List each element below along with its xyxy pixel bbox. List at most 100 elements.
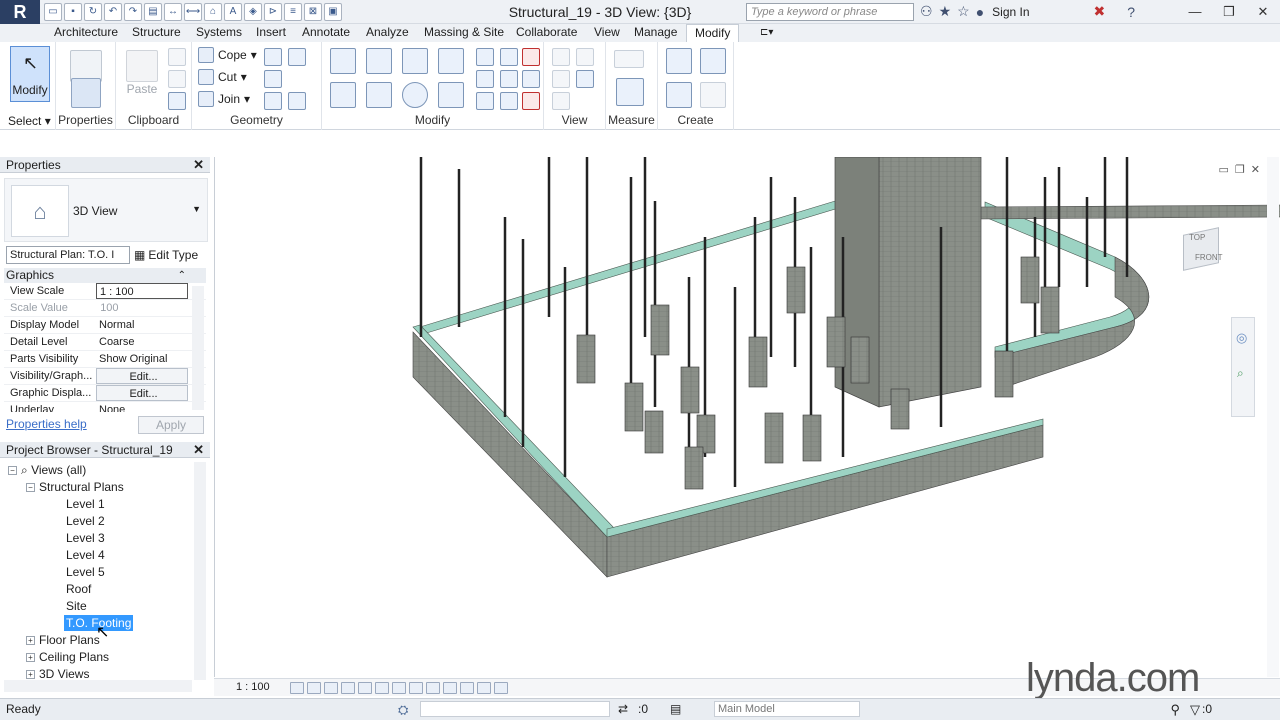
reveal-hidden-icon[interactable] <box>443 682 457 694</box>
create-assembly-icon[interactable] <box>666 48 692 74</box>
steering-wheel-icon[interactable]: ◎ <box>1236 330 1247 346</box>
view-close-icon[interactable]: ✕ <box>1251 163 1260 176</box>
subscription-icon[interactable]: ★ <box>939 3 952 20</box>
pin-icon[interactable] <box>522 70 540 88</box>
tree-node-level-2[interactable]: Level 2 <box>66 513 105 529</box>
lock-view-icon[interactable] <box>409 682 423 694</box>
temp-hide-icon[interactable] <box>426 682 440 694</box>
application-menu-button[interactable]: R <box>0 0 40 24</box>
cut-button[interactable]: Cut ▾ <box>198 69 247 85</box>
visibility-graphics-edit-button[interactable]: Edit... <box>96 368 188 384</box>
shadows-icon[interactable] <box>341 682 355 694</box>
print-icon[interactable]: ▤ <box>144 3 162 21</box>
wall-joins-icon[interactable] <box>264 70 282 88</box>
tab-analyze[interactable]: Analyze <box>358 24 417 42</box>
create-similar-icon[interactable] <box>700 82 726 108</box>
tab-structure[interactable]: Structure <box>124 24 189 42</box>
user-icon[interactable]: ● <box>976 4 984 20</box>
3d-view-canvas[interactable]: TOP FRONT ▭ ❐ ✕ ◎ ⌕ <box>214 157 1280 677</box>
ribbon-options-icon[interactable]: ⊏▾ <box>752 24 781 42</box>
demolish-icon[interactable] <box>264 92 282 110</box>
override-graphics-icon[interactable] <box>576 70 594 88</box>
sign-in-link[interactable]: Sign In <box>992 5 1029 19</box>
tree-node-site[interactable]: Site <box>66 598 87 614</box>
thin-lines-icon[interactable]: ≡ <box>284 3 302 21</box>
graphic-display-edit-button[interactable]: Edit... <box>96 385 188 401</box>
redo-icon[interactable]: ↷ <box>124 3 142 21</box>
undo-icon[interactable]: ↶ <box>104 3 122 21</box>
cope-button[interactable]: Cope ▾ <box>198 47 257 63</box>
tag-icon[interactable]: ⌂ <box>204 3 222 21</box>
tree-node-views-all[interactable]: − ⌕ Views (all) <box>8 462 86 478</box>
edit-type-button[interactable]: ▦ Edit Type <box>134 246 198 262</box>
collapse-icon[interactable]: − <box>8 466 17 475</box>
text-icon[interactable]: A <box>224 3 242 21</box>
expand-icon[interactable]: + <box>26 636 35 645</box>
scale-icon[interactable] <box>500 70 518 88</box>
create-parts-icon[interactable] <box>700 48 726 74</box>
view-minimize-icon[interactable]: ▭ <box>1219 163 1229 176</box>
help-icon[interactable]: ? <box>1127 4 1135 20</box>
search-input[interactable]: Type a keyword or phrase <box>746 3 914 21</box>
tab-modify[interactable]: Modify <box>686 24 740 42</box>
copy-clipboard-icon[interactable] <box>168 70 186 88</box>
view-vscroll[interactable] <box>1267 157 1279 677</box>
unpin-icon[interactable] <box>522 48 540 66</box>
split-face-icon[interactable] <box>264 48 282 66</box>
visual-style-icon[interactable] <box>307 682 321 694</box>
detail-level-value[interactable]: Coarse <box>96 334 206 350</box>
properties-close-icon[interactable]: ✕ <box>193 157 204 173</box>
tree-node-level-3[interactable]: Level 3 <box>66 530 105 546</box>
tab-manage[interactable]: Manage <box>626 24 685 42</box>
3d-view-icon[interactable]: ◈ <box>244 3 262 21</box>
create-group-icon[interactable] <box>666 82 692 108</box>
paint-brush-icon[interactable] <box>288 92 306 110</box>
linework-icon[interactable] <box>552 70 570 88</box>
type-selector[interactable]: ⌂ 3D View ▼ <box>4 178 208 242</box>
sync-icon[interactable]: ↻ <box>84 3 102 21</box>
offset-icon[interactable] <box>366 48 392 74</box>
collapse-icon[interactable]: ⌃ <box>178 268 186 283</box>
select-dropdown[interactable]: Select ▾ <box>8 114 51 128</box>
view-scale-control[interactable]: 1 : 100 <box>236 681 270 693</box>
tree-node-level-1[interactable]: Level 1 <box>66 496 105 512</box>
properties-scrollbar[interactable] <box>192 286 204 410</box>
rotate-icon[interactable] <box>402 82 428 108</box>
restore-button[interactable]: ❒ <box>1212 0 1246 24</box>
highlight-displacement-icon[interactable] <box>494 682 508 694</box>
filter-icon[interactable]: ▽ <box>1190 702 1200 718</box>
delete-icon[interactable] <box>522 92 540 110</box>
expand-icon[interactable]: + <box>26 653 35 662</box>
measure-icon[interactable]: ↔ <box>164 3 182 21</box>
tab-systems[interactable]: Systems <box>188 24 250 42</box>
tab-insert[interactable]: Insert <box>248 24 294 42</box>
detail-level-icon[interactable] <box>290 682 304 694</box>
rendering-icon[interactable] <box>358 682 372 694</box>
split-gap-icon[interactable] <box>500 48 518 66</box>
paste-button[interactable]: Paste <box>124 50 160 96</box>
exchange-apps-icon[interactable]: ✖ <box>1094 3 1106 20</box>
binoculars-icon[interactable]: ⚇ <box>920 3 933 20</box>
tree-node-3d-views[interactable]: +3D Views <box>26 666 89 680</box>
project-browser-hscroll[interactable] <box>4 680 192 692</box>
section-icon[interactable]: ⊳ <box>264 3 282 21</box>
tab-annotate[interactable]: Annotate <box>294 24 358 42</box>
view-cube[interactable]: TOP FRONT <box>1173 227 1229 281</box>
trim-single-icon[interactable] <box>500 92 518 110</box>
paint-icon[interactable] <box>288 48 306 66</box>
save-icon[interactable]: ▪ <box>64 3 82 21</box>
trim-extend-icon[interactable] <box>438 82 464 108</box>
tree-node-level-4[interactable]: Level 4 <box>66 547 105 563</box>
properties-button[interactable] <box>68 78 104 108</box>
tab-collaborate[interactable]: Collaborate <box>508 24 585 42</box>
tab-view[interactable]: View <box>586 24 628 42</box>
tab-massing-site[interactable]: Massing & Site <box>416 24 512 42</box>
mirror-draw-icon[interactable] <box>438 48 464 74</box>
close-hidden-icon[interactable]: ⊠ <box>304 3 322 21</box>
measure-between-icon[interactable] <box>614 50 644 68</box>
join-button[interactable]: Join ▾ <box>198 91 250 107</box>
selection-filters-icon[interactable]: ⚲ <box>1170 702 1180 718</box>
view-tool-icon[interactable] <box>552 92 570 110</box>
dimension-icon[interactable]: ⟷ <box>184 3 202 21</box>
project-browser-close-icon[interactable]: ✕ <box>193 442 204 458</box>
